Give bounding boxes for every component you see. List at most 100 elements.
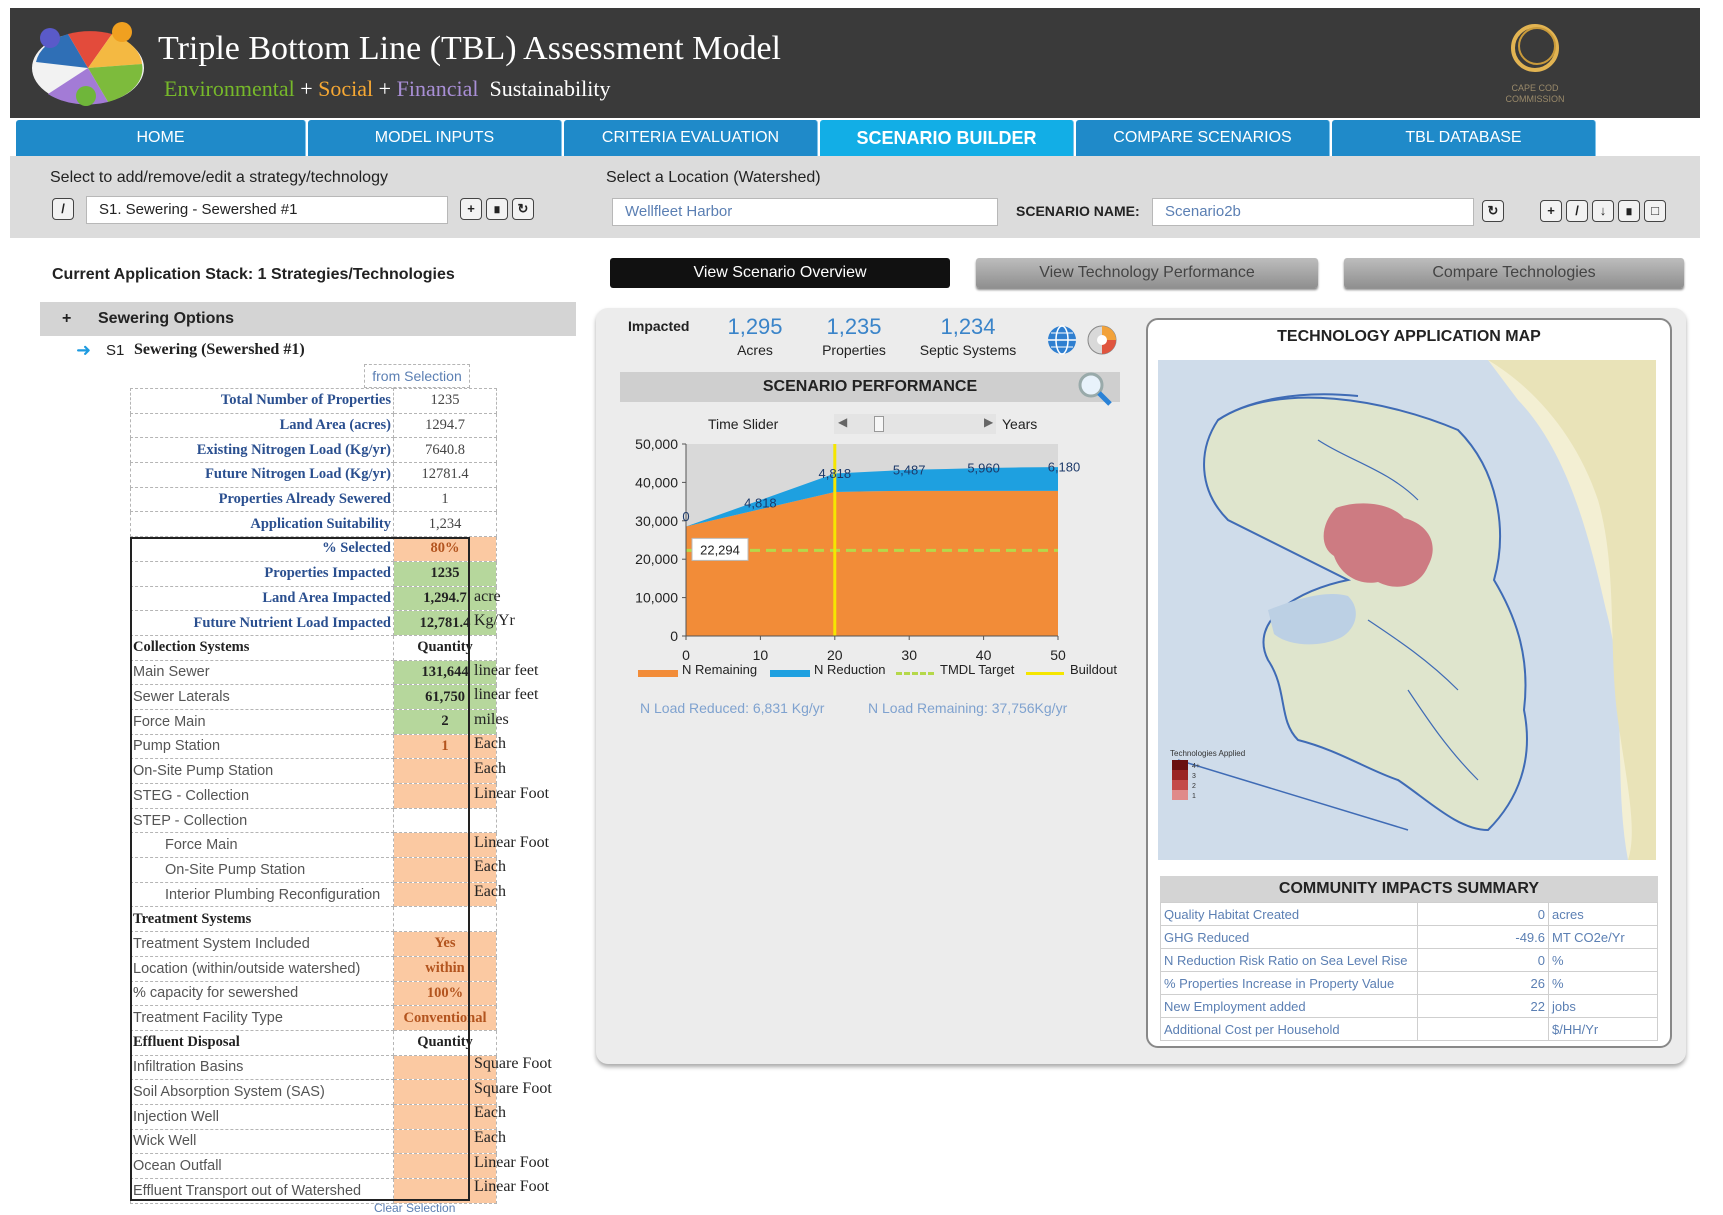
scenario-performance-title: SCENARIO PERFORMANCE <box>620 372 1120 402</box>
tab-tbl-database[interactable]: TBL DATABASE <box>1332 120 1596 156</box>
legend-n-remaining: N Remaining <box>682 662 758 677</box>
row-label: Force Main <box>130 832 394 859</box>
community-value: 0 <box>1417 902 1549 926</box>
pie-chart-icon[interactable] <box>1086 324 1118 356</box>
legend-tmdl-target: TMDL Target <box>940 662 1015 677</box>
community-value: 26 <box>1417 971 1549 995</box>
row-value <box>393 906 497 933</box>
row-label: Sewer Laterals <box>130 684 394 710</box>
location-select[interactable]: Wellfleet Harbor <box>612 198 998 226</box>
row-value[interactable]: Conventional <box>393 1005 497 1031</box>
unit-label: Each <box>474 883 506 900</box>
group-toggle-icon[interactable]: + <box>62 310 71 328</box>
unit-label: acre <box>474 587 501 605</box>
row-label: Collection Systems <box>130 634 394 661</box>
row-value[interactable]: 100% <box>393 980 497 1007</box>
strategy-item-label[interactable]: Sewering (Sewershed #1) <box>134 341 305 359</box>
from-selection-header: from Selection <box>364 364 470 388</box>
row-label: Interior Plumbing Reconfiguration <box>130 881 394 908</box>
tab-scenario-builder[interactable]: SCENARIO BUILDER <box>820 120 1074 156</box>
slider-thumb[interactable] <box>874 416 884 432</box>
impacted-properties-value: 1,235 <box>826 314 882 339</box>
row-label: % capacity for sewershed <box>130 980 394 1007</box>
export-scenario-icon[interactable]: □ <box>1644 200 1666 222</box>
map-title: TECHNOLOGY APPLICATION MAP <box>1277 328 1541 345</box>
n-load-remaining-text: N Load Remaining: 37,756Kg/yr <box>868 700 1068 716</box>
table-row: Future Nutrient Load Impacted 12,781.4 <box>130 610 497 636</box>
legend-swatch-n-reduction <box>770 670 810 677</box>
row-value <box>393 807 497 834</box>
edit-scenario-icon[interactable]: / <box>1566 200 1588 222</box>
globe-icon[interactable] <box>1046 324 1078 356</box>
row-label: Soil Absorption System (SAS) <box>130 1079 394 1105</box>
scenario-performance-chart: 0 10,000 20,000 30,000 40,000 50,000 0 10 20 30 40… <box>635 436 1080 663</box>
impacted-acres-label: Acres <box>737 342 773 358</box>
community-unit: % <box>1548 971 1658 995</box>
row-value[interactable]: within <box>393 955 497 982</box>
new-scenario-icon[interactable]: + <box>1540 200 1562 222</box>
legend-buildout: Buildout <box>1070 662 1117 677</box>
add-icon[interactable]: + <box>460 198 482 220</box>
tab-home[interactable]: HOME <box>16 120 306 156</box>
community-unit: % <box>1548 948 1658 972</box>
strategy-select[interactable]: S1. Sewering - Sewershed #1 <box>86 196 448 224</box>
table-row: Future Nitrogen Load (Kg/yr) 12781.4 <box>130 462 497 488</box>
table-row: On-Site Pump Station <box>130 857 497 883</box>
zoom-icon[interactable] <box>1074 368 1114 408</box>
slider-right-arrow-icon[interactable]: ▶ <box>984 415 993 429</box>
row-value[interactable]: Yes <box>393 931 497 957</box>
tab-criteria-evaluation[interactable]: CRITERIA EVALUATION <box>564 120 818 156</box>
unit-label: Each <box>474 858 506 876</box>
stack-title: Current Application Stack: 1 Strategies/… <box>52 266 455 283</box>
table-row: Treatment System Included Yes <box>130 931 497 957</box>
row-label: Existing Nitrogen Load (Kg/yr) <box>130 437 394 464</box>
edit-icon[interactable]: / <box>52 198 74 220</box>
community-label: N Reduction Risk Ratio on Sea Level Rise <box>1160 948 1418 972</box>
row-label: Future Nitrogen Load (Kg/yr) <box>130 462 394 488</box>
delete-scenario-icon[interactable]: ∎ <box>1618 200 1640 222</box>
reload-scenario-icon[interactable]: ↻ <box>1482 200 1504 222</box>
table-row: Interior Plumbing Reconfiguration <box>130 881 497 908</box>
row-label: Pump Station <box>130 733 394 760</box>
view-technology-performance-button[interactable]: View Technology Performance <box>976 258 1318 288</box>
row-label: Properties Impacted <box>130 560 394 587</box>
row-label: Treatment Facility Type <box>130 1005 394 1031</box>
map-legend-swatch-2 <box>1172 780 1188 790</box>
table-row: Force Main <box>130 832 497 859</box>
row-label: % Selected <box>130 536 394 562</box>
data-label: 4,818 <box>819 466 852 481</box>
table-row: On-Site Pump Station <box>130 758 497 784</box>
tab-model-inputs[interactable]: MODEL INPUTS <box>308 120 562 156</box>
legend-swatch-n-remaining <box>638 670 678 677</box>
table-row: Effluent Transport out of Watershed <box>130 1178 497 1204</box>
save-scenario-icon[interactable]: ↓ <box>1592 200 1614 222</box>
impacted-septic-label: Septic Systems <box>919 342 1017 358</box>
time-slider[interactable]: ◀ ▶ <box>834 414 996 434</box>
community-impacts-title: COMMUNITY IMPACTS SUMMARY <box>1160 876 1658 902</box>
compare-technologies-button[interactable]: Compare Technologies <box>1344 258 1684 288</box>
y-tick-label: 30,000 <box>635 513 678 529</box>
delete-icon[interactable]: ∎ <box>486 198 508 220</box>
view-scenario-overview-button[interactable]: View Scenario Overview <box>610 258 950 288</box>
table-row: Force Main 2 <box>130 708 497 735</box>
tab-compare-scenarios[interactable]: COMPARE SCENARIOS <box>1076 120 1330 156</box>
community-value <box>1417 1017 1549 1041</box>
technology-application-map[interactable]: Technologies Applied 4+ 3 2 1 <box>1158 360 1656 860</box>
clear-selection-link[interactable]: Clear Selection <box>374 1201 455 1215</box>
chart-legend: N Remaining N Reduction TMDL Target Buil… <box>638 662 1118 682</box>
row-value: Quantity <box>393 1029 497 1056</box>
commission-logo-text: CAPE COD COMMISSION <box>1505 83 1565 104</box>
unit-label: Linear Foot <box>474 1153 550 1171</box>
unit-label: miles <box>474 710 509 728</box>
refresh-icon[interactable]: ↻ <box>512 198 534 220</box>
group-header-sewering[interactable]: + Sewering Options <box>40 302 576 336</box>
row-value: 1 <box>393 486 497 513</box>
scenario-name-input[interactable]: Scenario2b <box>1152 198 1474 226</box>
community-label: Additional Cost per Household <box>1160 1017 1418 1041</box>
slider-left-arrow-icon[interactable]: ◀ <box>838 415 847 429</box>
row-value[interactable]: 80% <box>393 536 497 562</box>
row-value: 1,234 <box>393 511 497 538</box>
row-label: Treatment Systems <box>130 906 394 933</box>
subtitle-social: Social <box>318 76 374 101</box>
community-label: % Properties Increase in Property Value <box>1160 971 1418 995</box>
